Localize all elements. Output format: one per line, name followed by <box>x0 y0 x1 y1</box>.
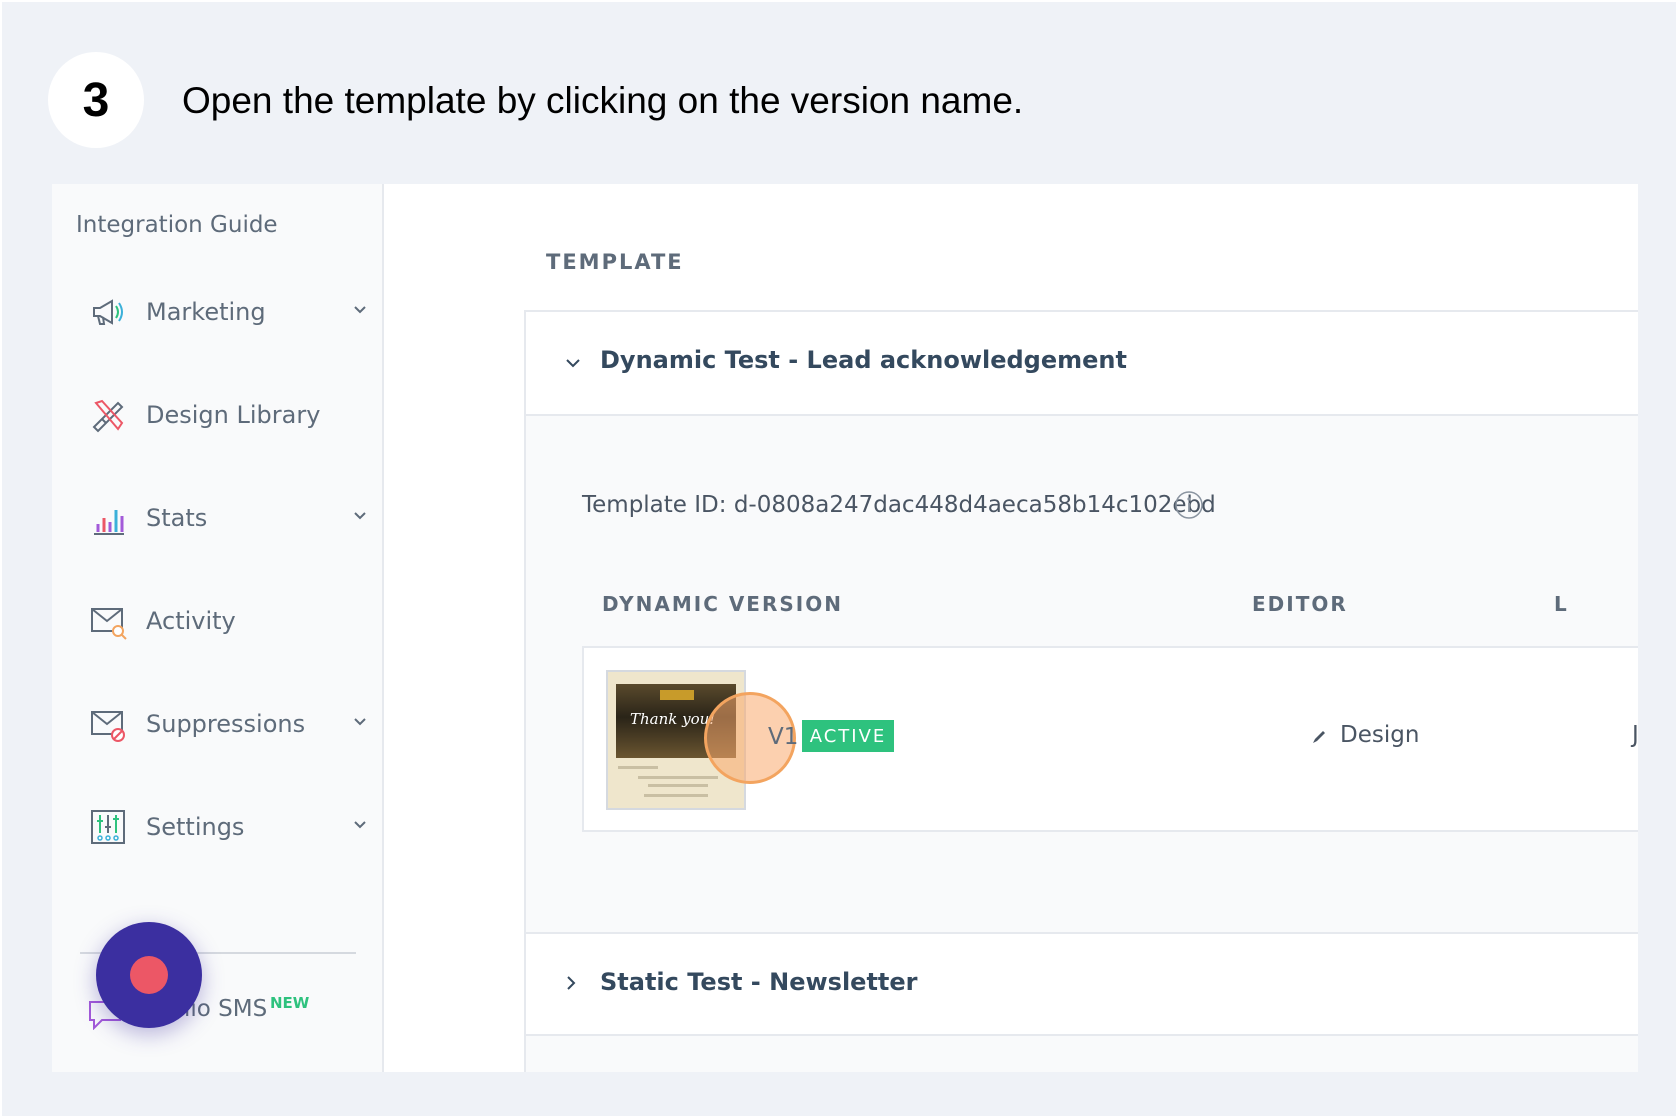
sidebar-item-stats[interactable]: Stats <box>52 490 382 550</box>
second-template-name[interactable]: Static Test - Newsletter <box>600 968 918 996</box>
thumbnail-plate <box>660 690 694 700</box>
thumbnail-line <box>644 794 708 797</box>
template-id: Template ID: d-0808a247dac448d4aeca58b14… <box>582 492 1216 518</box>
editor-type: Design <box>1340 722 1420 748</box>
version-row[interactable]: Thank you! V1 ACTIVE Design J <box>582 646 1638 832</box>
chevron-down-icon <box>354 306 366 314</box>
sliders-icon <box>91 810 125 844</box>
column-header-dynamic-version: DYNAMIC VERSION <box>602 592 843 616</box>
record-dot-icon <box>130 956 168 994</box>
app-screenshot: Integration Guide Marketing Design Libra… <box>52 184 1638 1072</box>
main-content: TEMPLATE Dynamic Test - Lead acknowledge… <box>384 184 1638 1072</box>
template-name[interactable]: Dynamic Test - Lead acknowledgement <box>600 346 1127 374</box>
mail-search-icon <box>91 608 127 640</box>
sidebar-item-label: Marketing <box>146 298 266 326</box>
sidebar-item-settings[interactable]: Settings <box>52 799 382 859</box>
step-instruction: Open the template by clicking on the ver… <box>182 80 1024 121</box>
sidebar-item-design-library[interactable]: Design Library <box>52 387 382 447</box>
thumbnail-line <box>638 776 718 779</box>
column-header-editor: EDITOR <box>1252 592 1348 616</box>
chevron-down-icon[interactable] <box>564 354 582 372</box>
template-card: Dynamic Test - Lead acknowledgement Temp… <box>524 310 1638 1072</box>
thumbnail-text: Thank you! <box>630 710 716 728</box>
sidebar-item-suppressions[interactable]: Suppressions <box>52 696 382 756</box>
chevron-right-icon[interactable] <box>562 974 580 992</box>
thumbnail-line <box>648 784 708 787</box>
sidebar-item-label: Stats <box>146 504 208 532</box>
mail-blocked-icon <box>91 711 125 742</box>
last-edited-partial: J <box>1632 722 1638 748</box>
version-name-link[interactable]: V1 <box>768 724 798 750</box>
info-icon[interactable] <box>1174 490 1204 520</box>
sidebar-item-label: Settings <box>146 813 245 841</box>
section-title: TEMPLATE <box>546 250 684 274</box>
second-template-header[interactable]: Static Test - Newsletter <box>526 932 1638 1036</box>
step-number-badge: 3 <box>48 52 144 148</box>
chevron-down-icon <box>354 821 366 829</box>
chevron-down-icon <box>354 512 366 520</box>
sidebar-item-integration-guide[interactable]: Integration Guide <box>76 212 278 238</box>
sidebar-item-label: Suppressions <box>146 710 306 738</box>
status-badge: ACTIVE <box>802 720 894 752</box>
chevron-down-icon <box>354 718 366 726</box>
design-tools-icon <box>92 399 124 433</box>
megaphone-icon <box>93 299 123 325</box>
thumbnail-line <box>618 766 658 769</box>
pencil-icon <box>1313 731 1325 743</box>
sidebar: Integration Guide Marketing Design Libra… <box>52 184 384 1072</box>
sidebar-item-label: Design Library <box>146 401 321 429</box>
tutorial-frame: 3 Open the template by clicking on the v… <box>2 2 1676 1116</box>
sidebar-item-label: Activity <box>146 607 236 635</box>
record-button[interactable] <box>96 922 202 1028</box>
template-header[interactable]: Dynamic Test - Lead acknowledgement <box>526 312 1638 416</box>
column-header-last-partial: L <box>1554 592 1569 616</box>
sidebar-item-activity[interactable]: Activity <box>52 593 382 653</box>
sidebar-item-marketing[interactable]: Marketing <box>52 284 382 344</box>
bar-chart-icon <box>94 510 124 535</box>
sidebar-item-sms-label[interactable]: lio SMS <box>184 996 267 1022</box>
new-badge: NEW <box>270 994 310 1012</box>
